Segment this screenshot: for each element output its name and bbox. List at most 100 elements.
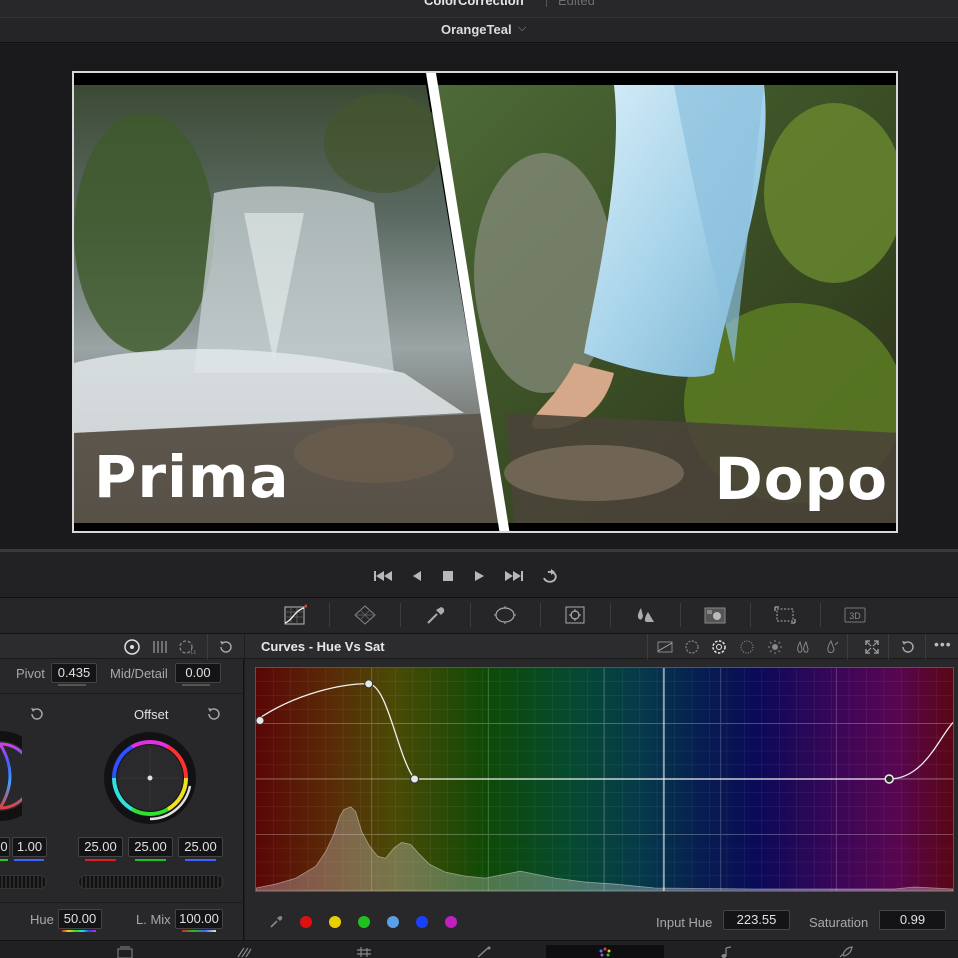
skip-to-start-icon[interactable] [373,568,395,584]
custom-curves-icon[interactable] [657,639,673,655]
hue-field[interactable]: 50.00 [58,909,102,929]
offset-red-field[interactable]: 25.00 [78,837,123,857]
hue-label: Hue [30,912,54,927]
toolbar-divider [329,603,330,627]
hue-vs-hue-icon[interactable] [684,639,700,655]
loop-icon[interactable] [540,568,562,584]
bars-icon[interactable] [151,638,169,656]
toolbar-divider [610,603,611,627]
header-divider [847,634,848,659]
gain-b-field[interactable]: 1.00 [12,837,47,857]
offset-blue-underline [185,859,216,861]
hue-vs-sat-icon[interactable] [711,639,727,655]
play-icon[interactable] [472,568,486,584]
color-warper-icon[interactable] [353,604,377,626]
primaries-header: LOG [0,634,244,659]
sat-vs-lum-icon[interactable] [823,639,839,655]
window-icon[interactable] [493,604,517,626]
transport-controls [0,552,958,598]
magenta-hue-swatch[interactable] [445,916,457,928]
expand-icon[interactable] [864,639,880,655]
curves-panel: Curves - Hue Vs Sat ••• Input Hue 223.55… [245,634,958,940]
mid-detail-field[interactable]: 0.00 [175,663,221,683]
title-separator [546,0,547,7]
mid-detail-label: Mid/Detail [110,666,168,681]
lum-vs-sat-icon[interactable] [767,639,783,655]
offset-reset-icon[interactable] [206,706,222,722]
3d-icon[interactable]: 3D [843,604,867,626]
hue-vs-sat-curve-graph[interactable] [255,667,954,892]
offset-green-field[interactable]: 25.00 [128,837,173,857]
lum-mix-slider[interactable] [182,930,216,932]
toolbar-divider [470,603,471,627]
header-divider [925,634,926,659]
key-icon[interactable] [703,604,727,626]
sat-vs-sat-icon[interactable] [795,639,811,655]
skip-to-end-icon[interactable] [502,568,524,584]
viewer: Prima Dopo [0,44,958,549]
page-navigation-bar [0,940,958,958]
lum-mix-field[interactable]: 100.00 [175,909,223,929]
fusion-page-icon[interactable] [475,945,493,958]
offset-color-wheel[interactable] [102,730,198,826]
cut-page-icon[interactable] [235,945,253,958]
cyan-hue-swatch[interactable] [387,916,399,928]
sizing-icon[interactable] [773,604,797,626]
title-bar: ColorCorrection Edited [0,0,958,17]
hue-slider[interactable] [62,930,96,932]
blur-icon[interactable] [633,604,657,626]
lum-mix-label: L. Mix [136,912,171,927]
wheels-icon[interactable] [123,638,141,656]
project-name: ColorCorrection [424,0,524,8]
pivot-slider[interactable] [58,684,86,686]
qualifier-eyedropper-icon[interactable] [423,604,447,626]
media-page-icon[interactable] [116,945,134,958]
offset-title: Offset [134,707,169,722]
gain-g-underline [0,859,8,861]
toolbar-divider [540,603,541,627]
reset-icon[interactable] [218,639,234,655]
curves-icon[interactable] [283,604,307,626]
edit-page-icon[interactable] [355,945,373,958]
offset-green-underline [135,859,166,861]
chevron-down-icon[interactable]: ⌵ [518,22,526,35]
red-hue-swatch[interactable] [300,916,312,928]
stop-icon[interactable] [441,568,455,584]
header-divider [888,634,889,659]
fairlight-page-icon[interactable] [718,945,736,958]
gain-reset-icon[interactable] [29,706,45,722]
color-page-icon [599,947,611,957]
svg-text:LOG: LOG [191,650,196,656]
offset-master-wheel[interactable] [78,875,224,889]
green-hue-swatch[interactable] [358,916,370,928]
color-page-tab[interactable] [546,945,664,958]
curves-header: Curves - Hue Vs Sat ••• [245,634,958,659]
svg-text:3D: 3D [849,611,861,621]
toolbar-divider [750,603,751,627]
palette-toolbar: 3D [0,598,958,634]
gain-wheel-partial[interactable] [0,730,22,822]
deliver-page-icon[interactable] [836,945,854,958]
reset-curves-icon[interactable] [900,639,916,655]
pivot-field[interactable]: 0.435 [51,663,97,683]
more-options-icon[interactable]: ••• [934,636,952,652]
header-divider [647,634,648,659]
hue-vs-lum-icon[interactable] [739,639,755,655]
log-wheels-icon[interactable]: LOG [178,638,196,656]
input-hue-field[interactable]: 223.55 [723,910,790,930]
header-divider [207,634,208,659]
pivot-label: Pivot [16,666,45,681]
curve-eyedropper-icon[interactable] [268,914,284,930]
gain-master-wheel[interactable] [0,875,47,889]
offset-blue-field[interactable]: 25.00 [178,837,223,857]
step-back-icon[interactable] [410,568,424,584]
toolbar-divider [820,603,821,627]
gain-g-field[interactable]: 0 [0,837,10,857]
mid-detail-slider[interactable] [182,684,210,686]
blue-hue-swatch[interactable] [416,916,428,928]
saturation-field[interactable]: 0.99 [879,910,946,930]
tracker-icon[interactable] [563,604,587,626]
yellow-hue-swatch[interactable] [329,916,341,928]
viewer-frame[interactable]: Prima Dopo [72,71,898,533]
clip-name-dropdown[interactable]: OrangeTeal [441,22,512,37]
